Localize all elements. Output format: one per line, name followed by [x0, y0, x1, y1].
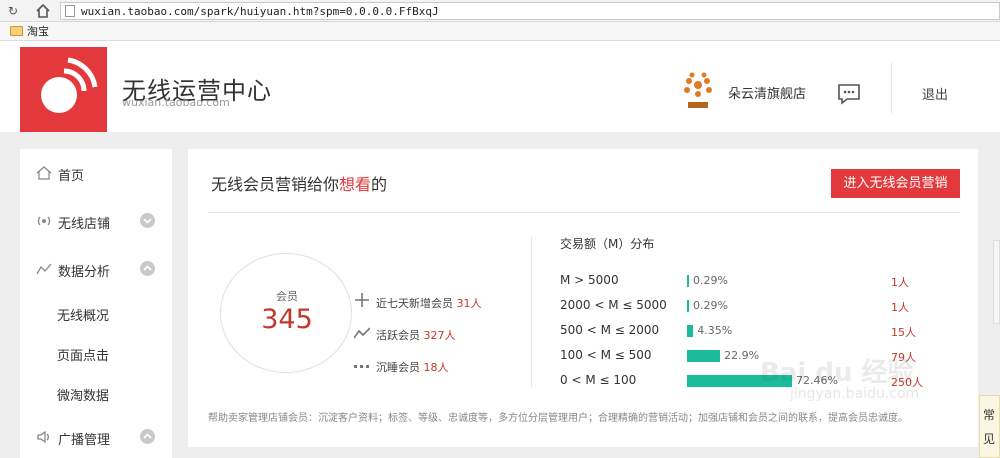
distribution-bar — [687, 275, 689, 287]
address-bar: ↻ wuxian.taobao.com/spark/huiyuan.htm?sp… — [0, 0, 1000, 22]
faq-tab-char: 常 — [983, 408, 996, 422]
page-title: 无线会员营销给你想看的 — [211, 171, 387, 195]
sidebar: 首页 无线店铺 数据分析 无线概况 页面点击 微淘数据 广播管理 — [20, 149, 172, 458]
message-icon[interactable] — [837, 83, 861, 105]
distribution-bar — [687, 325, 694, 337]
member-label: 会员 — [276, 290, 298, 303]
stat-label: 近七天新增会员 — [376, 297, 453, 310]
title-prefix: 无线会员营销给你 — [211, 175, 340, 194]
header-divider — [891, 63, 892, 113]
member-count-circle: 会员 345 — [220, 253, 352, 373]
chevron-up-icon[interactable] — [140, 261, 155, 276]
stat-label: 活跃会员 — [376, 329, 420, 342]
broadcast-icon — [37, 216, 51, 226]
stat-value: 31人 — [456, 297, 482, 310]
house-icon — [36, 166, 52, 180]
help-text: 帮助卖家管理店铺会员：沉淀客户资料；标签、等级、忠诚度等，多方位分层管理用户；合… — [208, 413, 908, 424]
chevron-up-icon[interactable] — [140, 429, 155, 444]
site-header: 无线运营中心 wuxian.taobao.com 朵云清旗舰店 退出 — [0, 41, 1000, 132]
distribution-bar — [687, 300, 689, 312]
stat-value: 18人 — [423, 361, 449, 374]
stat-active-members: 活跃会员 327人 — [376, 327, 456, 343]
bookmark-taobao[interactable]: 淘宝 — [27, 22, 49, 41]
distribution-percent: 4.35% — [697, 324, 733, 337]
distribution-title: 交易额（M）分布 — [560, 237, 655, 251]
line-chart-icon — [36, 263, 52, 275]
logout-link[interactable]: 退出 — [922, 84, 948, 103]
distribution-count: 1人 — [891, 276, 909, 289]
member-count: 345 — [261, 304, 313, 335]
url-field[interactable]: wuxian.taobao.com/spark/huiyuan.htm?spm=… — [60, 2, 1000, 20]
page-icon — [65, 5, 75, 17]
sidebar-item-label: 数据分析 — [58, 265, 111, 280]
distribution-percent: 22.9% — [724, 349, 760, 362]
watermark: Bai du 经验 — [760, 358, 914, 388]
stat-value: 327人 — [423, 329, 456, 342]
sidebar-item-store[interactable]: 无线店铺 — [20, 201, 172, 241]
reload-icon[interactable]: ↻ — [4, 2, 22, 20]
bookmarks-bar: 淘宝 — [0, 22, 1000, 41]
distribution-count: 15人 — [891, 326, 916, 339]
distribution-percent: 0.29% — [693, 274, 728, 287]
section-divider — [531, 237, 532, 387]
trend-icon — [354, 327, 370, 339]
sidebar-item-broadcast[interactable]: 广播管理 — [20, 417, 172, 457]
distribution-range-label: 500 < M ≤ 2000 — [560, 323, 660, 337]
stat-label: 沉睡会员 — [376, 361, 420, 374]
dots-icon — [354, 365, 369, 368]
site-subtitle: wuxian.taobao.com — [122, 96, 230, 109]
faq-tab-char: 见 — [983, 432, 996, 446]
side-toolbar[interactable] — [993, 240, 1000, 324]
url-text: wuxian.taobao.com/spark/huiyuan.htm?spm=… — [81, 5, 439, 18]
distribution-range-label: 0 < M ≤ 100 — [560, 373, 637, 387]
title-divider — [208, 212, 960, 213]
faq-tab[interactable]: 常 见 — [979, 395, 1000, 458]
distribution-count: 1人 — [891, 301, 909, 314]
sidebar-item-label: 首页 — [58, 169, 85, 184]
title-suffix: 的 — [371, 175, 388, 194]
sidebar-item-analysis[interactable]: 数据分析 — [20, 249, 172, 289]
enter-member-marketing-button[interactable]: 进入无线会员营销 — [831, 169, 960, 198]
sidebar-subitem-overview[interactable]: 无线概况 — [57, 305, 109, 324]
distribution-range-label: 100 < M ≤ 500 — [560, 348, 652, 362]
sidebar-item-label: 广播管理 — [58, 433, 111, 448]
distribution-percent: 0.29% — [693, 299, 728, 312]
main-panel: 无线会员营销给你想看的 进入无线会员营销 会员 345 近七天新增会员 31人 … — [188, 149, 978, 447]
title-highlight: 想看 — [339, 175, 372, 194]
shop-name[interactable]: 朵云清旗舰店 — [728, 83, 806, 102]
sidebar-subitem-weitao-data[interactable]: 微淘数据 — [57, 385, 109, 404]
shop-logo-icon — [680, 71, 716, 111]
folder-icon — [10, 26, 23, 36]
plus-icon — [355, 293, 369, 307]
speaker-icon — [37, 430, 49, 444]
distribution-range-label: 2000 < M ≤ 5000 — [560, 298, 667, 312]
sidebar-item-home[interactable]: 首页 — [20, 153, 172, 193]
stat-new-members: 近七天新增会员 31人 — [376, 295, 482, 311]
sidebar-item-label: 无线店铺 — [58, 217, 111, 232]
sidebar-subitem-page-clicks[interactable]: 页面点击 — [57, 345, 109, 364]
chevron-down-icon[interactable] — [140, 213, 155, 228]
home-icon[interactable] — [34, 2, 52, 20]
watermark-url: jingyan.baidu.com — [790, 386, 920, 402]
stat-dormant-members: 沉睡会员 18人 — [376, 359, 449, 375]
wifi-logo-icon[interactable] — [20, 47, 107, 132]
distribution-bar — [687, 350, 721, 362]
distribution-range-label: M > 5000 — [560, 273, 619, 287]
